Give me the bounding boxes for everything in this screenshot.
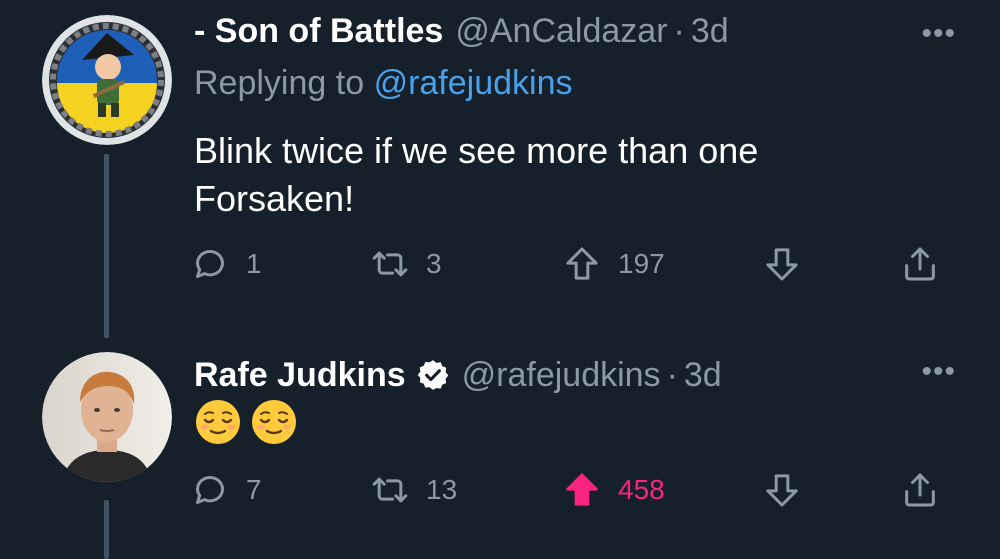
display-name[interactable]: Rafe Judkins [194,356,406,395]
avatar[interactable] [42,352,172,482]
reply-icon [196,250,224,278]
retweet-count: 3 [426,248,442,279]
reply-icon [196,476,224,504]
timestamp[interactable]: 3d [684,356,722,395]
separator-dot: · [666,356,678,394]
thread-line [104,500,109,559]
replying-prefix: Replying to [194,64,365,102]
retweet-button[interactable]: 3 [370,240,442,288]
action-bar: 1 3 197 [190,240,950,288]
retweet-button[interactable]: 13 [370,466,457,514]
separator-dot: · [673,12,685,50]
tweet-header: - Son of Battles @AnCaldazar · 3d [194,12,729,51]
reply-button[interactable]: 1 [190,240,262,288]
share-button[interactable] [900,466,940,514]
downvote-arrow-icon [766,474,798,507]
relieved-face-icon [252,400,296,444]
thread-line [104,154,109,338]
retweet-icon [372,477,408,503]
upvote-arrow-icon [566,247,598,280]
share-button[interactable] [900,240,940,288]
relieved-face-icon [196,400,240,444]
handle[interactable]: @AnCaldazar [455,12,667,51]
retweet-count: 13 [426,474,458,505]
retweet-icon [372,251,408,277]
tweet[interactable]: Rafe Judkins @rafejudkins · 3d ••• 7 13 … [0,330,1000,559]
tweet-header: Rafe Judkins @rafejudkins · 3d [194,352,722,395]
reply-count: 7 [246,474,262,505]
timestamp[interactable]: 3d [691,12,729,51]
downvote-button[interactable] [762,466,802,514]
mention-link[interactable]: @rafejudkins [374,64,573,102]
upvote-count: 197 [618,248,665,279]
upvote-button[interactable]: 197 [562,240,665,288]
reply-count: 1 [246,248,262,279]
replying-to: Replying to @rafejudkins [194,64,573,103]
upvote-count: 458 [618,474,665,505]
tweet[interactable]: - Son of Battles @AnCaldazar · 3d ••• Re… [0,0,1000,338]
verified-badge-icon [417,360,448,390]
display-name[interactable]: - Son of Battles [194,12,443,51]
reply-button[interactable]: 7 [190,466,262,514]
action-bar: 7 13 458 [190,466,950,514]
tweet-text [194,398,298,446]
downvote-button[interactable] [762,240,802,288]
share-icon [905,473,935,507]
upvote-arrow-icon [566,473,598,506]
downvote-arrow-icon [766,248,798,281]
tweet-text: Blink twice if we see more than one Fors… [194,130,759,219]
handle[interactable]: @rafejudkins [462,356,661,395]
share-icon [905,247,935,281]
more-options-icon[interactable]: ••• [921,357,956,387]
avatar[interactable] [42,15,172,145]
upvote-button[interactable]: 458 [562,466,665,514]
more-options-icon[interactable]: ••• [921,19,956,49]
